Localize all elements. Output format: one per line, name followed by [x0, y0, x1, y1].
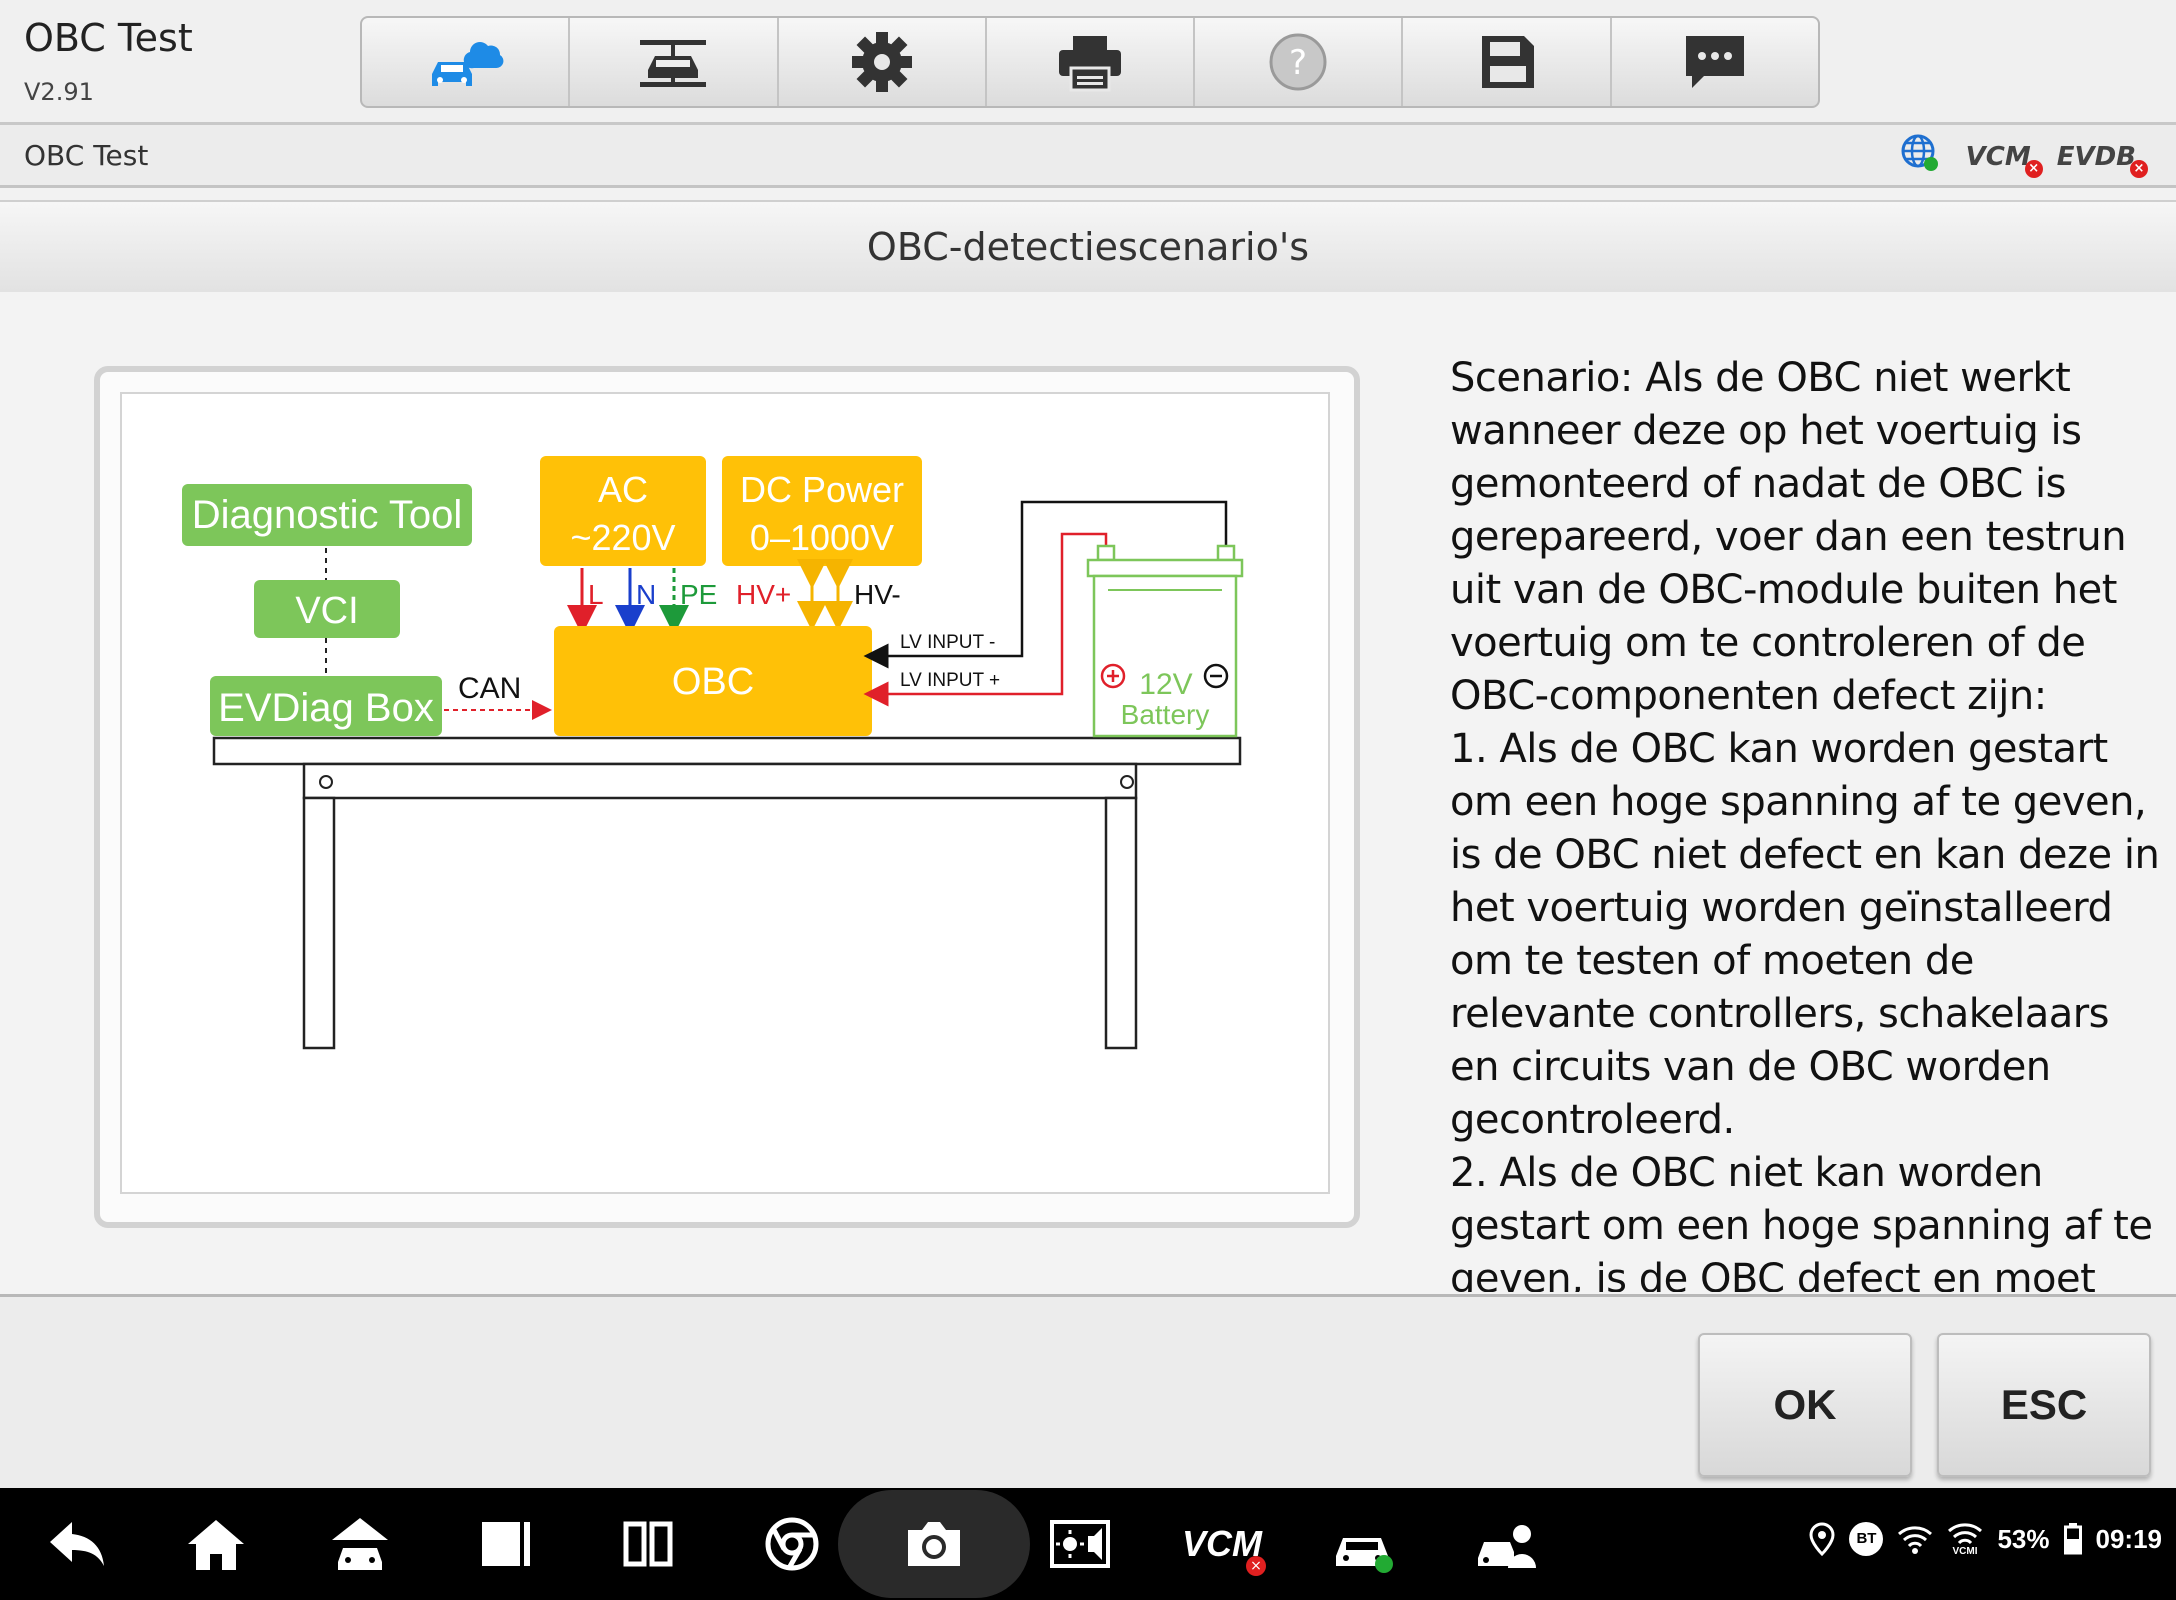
home-button[interactable] — [176, 1506, 256, 1582]
esc-button[interactable]: ESC — [1937, 1333, 2151, 1477]
message-icon — [1685, 36, 1744, 88]
main-toolbar: ? — [360, 16, 1820, 108]
screenshot-button[interactable] — [838, 1490, 1030, 1598]
vci-label: VCI — [295, 590, 358, 632]
dc-power-label: DC Power — [740, 469, 904, 510]
dc-voltage-label: 0–1000V — [750, 517, 894, 558]
ac-label: AC — [598, 469, 648, 510]
car-home-icon — [332, 1518, 388, 1570]
app-title: OBC Test — [24, 16, 193, 60]
footer-bar: OK ESC — [0, 1294, 2176, 1491]
vehicle-button[interactable] — [1322, 1506, 1402, 1582]
save-icon — [1481, 36, 1534, 88]
back-arrow-icon — [50, 1522, 104, 1566]
breadcrumb-bar: OBC Test VCM × EVDB × — [0, 125, 2176, 188]
scenario-description: Scenario: Als de OBC niet werkt wanneer … — [1450, 355, 2160, 1292]
split-screen-icon — [623, 1521, 673, 1567]
ac-source-box: AC ~220V — [540, 456, 706, 566]
obc-module-box: OBC — [554, 626, 872, 736]
vcm-status-label: VCM — [1965, 141, 2031, 172]
car-person-icon — [1478, 1525, 1536, 1568]
n-wire-label: N — [636, 579, 656, 610]
app-version: V2.91 — [24, 78, 94, 106]
lift-car-icon — [640, 40, 707, 87]
battery-percentage: 53% — [1997, 1523, 2050, 1554]
vci-box: VCI — [254, 580, 400, 638]
globe-icon — [1901, 134, 1938, 171]
obc-diagram-svg: Diagnostic Tool VCI EVDiag Box CAN AC ~2… — [182, 456, 1244, 1050]
connection-status: VCM × EVDB × — [1900, 133, 2148, 180]
remote-expert-button[interactable] — [1466, 1506, 1546, 1582]
can-label: CAN — [458, 672, 521, 705]
breadcrumb: OBC Test — [24, 139, 149, 172]
vcm-status: VCM × — [1965, 141, 2043, 178]
diagnostic-tool-box: Diagnostic Tool — [182, 484, 472, 546]
battery-label: Battery — [1121, 699, 1210, 730]
diagram-frame: Diagnostic Tool VCI EVDiag Box CAN AC ~2… — [94, 366, 1360, 1228]
vcm-wifi-icon: VCMI — [1948, 1523, 1983, 1555]
lv-input-minus-label: LV INPUT - — [900, 632, 995, 653]
settings-button[interactable] — [779, 18, 987, 106]
cloud-car-button[interactable] — [362, 18, 571, 106]
obc-test-diagram: Diagnostic Tool VCI EVDiag Box CAN AC ~2… — [120, 392, 1330, 1194]
evdb-status: EVDB × — [2056, 141, 2148, 178]
lift-car-button[interactable] — [570, 18, 779, 106]
dc-power-box: DC Power 0–1000V — [722, 456, 922, 566]
battery-icon — [2063, 1523, 2082, 1555]
ac-voltage-label: ~220V — [570, 517, 675, 558]
camera-icon — [908, 1522, 960, 1566]
page-title: OBC-detectiescenario's — [0, 200, 2176, 294]
car-home-button[interactable] — [320, 1506, 400, 1582]
l-wire-label: L — [588, 579, 604, 610]
message-button[interactable] — [1612, 18, 1818, 106]
error-icon: × — [1246, 1556, 1266, 1576]
print-button[interactable] — [987, 18, 1196, 106]
hv-minus-label: HV- — [854, 579, 901, 610]
evdiag-box: EVDiag Box — [210, 676, 442, 736]
diagnostic-tool-label: Diagnostic Tool — [192, 493, 463, 537]
bluetooth-status-icon: BT — [1849, 1522, 1884, 1556]
lv-input-plus-label: LV INPUT + — [900, 670, 1000, 691]
pe-wire-label: PE — [680, 579, 717, 610]
workbench — [212, 736, 1242, 1050]
svg-text:?: ? — [1289, 43, 1307, 83]
evdb-status-label: EVDB — [2056, 141, 2136, 172]
location-icon — [1809, 1522, 1835, 1556]
save-button[interactable] — [1403, 18, 1612, 106]
battery-box: 12V Battery — [1086, 544, 1244, 738]
hv-plus-label: HV+ — [736, 579, 791, 610]
chrome-icon — [765, 1517, 819, 1571]
brightness-volume-icon — [1050, 1520, 1110, 1568]
settings-gear-icon — [851, 32, 912, 92]
help-icon: ? — [1269, 33, 1327, 91]
recent-apps-button[interactable] — [464, 1506, 544, 1582]
browser-button[interactable] — [752, 1506, 832, 1582]
battery-voltage-label: 12V — [1139, 668, 1192, 701]
error-icon: × — [2130, 159, 2148, 178]
ok-button[interactable]: OK — [1698, 1333, 1912, 1477]
split-screen-button[interactable] — [608, 1506, 688, 1582]
top-header: OBC Test V2.91 ? — [0, 0, 2176, 125]
android-nav-bar: VCM × BT VCMI 53% 09:19 — [0, 1488, 2176, 1600]
cloud-car-icon — [432, 42, 504, 86]
evdiag-box-label: EVDiag Box — [218, 686, 434, 730]
back-button[interactable] — [36, 1506, 116, 1582]
wifi-icon — [1898, 1526, 1933, 1554]
home-icon — [188, 1520, 244, 1570]
recent-apps-icon — [482, 1522, 530, 1566]
car-connected-icon — [1336, 1538, 1393, 1573]
printer-icon — [1058, 36, 1121, 92]
error-icon: × — [2024, 159, 2043, 178]
content-area: Diagnostic Tool VCI EVDiag Box CAN AC ~2… — [0, 292, 2176, 1294]
svg-text:VCMI: VCMI — [1953, 1546, 1978, 1555]
vcm-manager-button[interactable]: VCM × — [1174, 1506, 1270, 1582]
brightness-button[interactable] — [1040, 1506, 1120, 1582]
help-button[interactable]: ? — [1195, 18, 1404, 106]
network-status — [1900, 133, 1940, 180]
obc-label: OBC — [672, 661, 754, 703]
clock: 09:19 — [2095, 1523, 2163, 1554]
system-status-area: BT VCMI 53% 09:19 — [1809, 1522, 2162, 1556]
